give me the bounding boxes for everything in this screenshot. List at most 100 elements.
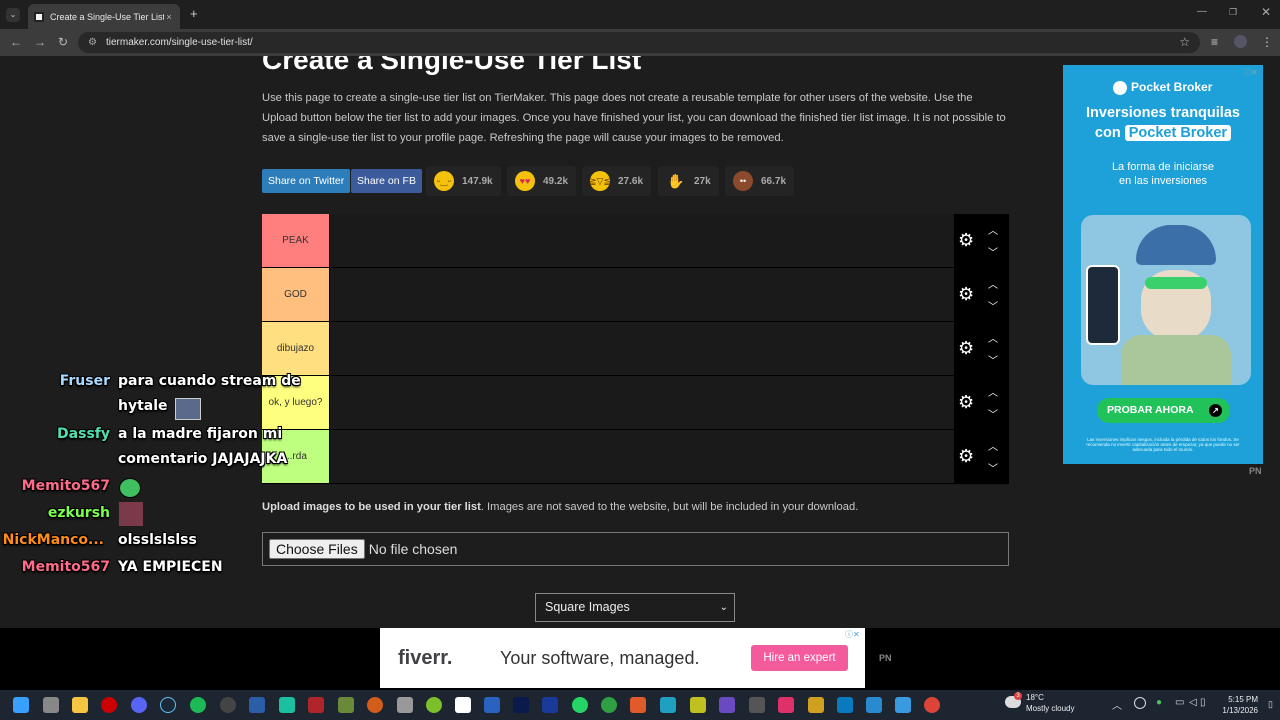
tier-controls: ⚙ ︿ ﹀ xyxy=(954,430,1009,484)
tier-row: ok, y luego? ⚙ ︿ ﹀ xyxy=(262,376,1009,430)
gear-icon[interactable]: ⚙ xyxy=(958,393,976,411)
minimize-window-icon[interactable]: — xyxy=(1197,6,1207,17)
app-icon[interactable] xyxy=(484,697,500,713)
media-controls-icon[interactable]: ≡ xyxy=(1211,35,1218,49)
app-icon[interactable] xyxy=(866,697,882,713)
new-tab-button[interactable]: + xyxy=(190,6,198,21)
tier-label[interactable]: PEAK xyxy=(262,214,329,267)
ad-pn-label: PN xyxy=(1249,466,1262,476)
chevron-up-icon[interactable]: ︿ xyxy=(988,330,998,345)
tier-label[interactable]: dibujazo xyxy=(262,322,329,375)
chevron-up-icon[interactable]: ︿ xyxy=(988,438,998,453)
hire-expert-button[interactable]: Hire an expert xyxy=(751,645,848,671)
spotify-icon[interactable] xyxy=(190,697,206,713)
file-explorer-icon[interactable] xyxy=(72,697,88,713)
taskbar-clock[interactable]: 5:15 PM 1/13/2026 xyxy=(1214,694,1258,716)
chevron-up-icon[interactable]: ︿ xyxy=(988,276,998,291)
site-info-icon[interactable]: ⚙ xyxy=(88,32,97,53)
app-icon[interactable] xyxy=(249,697,265,713)
app-icon[interactable] xyxy=(660,697,676,713)
file-upload-field[interactable]: Choose Files No file chosen xyxy=(262,532,1009,566)
gear-icon[interactable]: ⚙ xyxy=(958,447,976,465)
gear-icon[interactable]: ⚙ xyxy=(958,285,976,303)
tier-drop-zone[interactable] xyxy=(329,322,954,375)
battery-icon[interactable]: ▯ xyxy=(1200,697,1206,708)
steam-icon[interactable] xyxy=(160,697,176,713)
app-icon[interactable] xyxy=(308,697,324,713)
chrome-icon[interactable] xyxy=(924,697,940,713)
notifications-icon[interactable]: ▯ xyxy=(1268,699,1273,710)
discord-icon[interactable] xyxy=(131,697,147,713)
menu-icon[interactable]: ⋮ xyxy=(1261,35,1273,49)
tray-chevron-icon[interactable]: ︿ xyxy=(1112,697,1122,712)
app-icon[interactable] xyxy=(837,697,853,713)
tray-app-icon[interactable] xyxy=(1134,697,1146,709)
chevron-up-icon[interactable]: ︿ xyxy=(988,384,998,399)
tab-list-button[interactable]: ⌄ xyxy=(6,8,20,22)
reaction-laughing[interactable]: ≧▽≦ 27.6k xyxy=(582,166,652,196)
app-icon[interactable] xyxy=(220,697,236,713)
app-icon[interactable] xyxy=(338,697,354,713)
chevron-down-icon[interactable]: ﹀ xyxy=(988,460,998,475)
app-icon[interactable] xyxy=(426,697,442,713)
chevron-up-icon[interactable]: ︿ xyxy=(988,222,998,237)
app-icon[interactable] xyxy=(778,697,794,713)
task-view-icon[interactable] xyxy=(43,697,59,713)
close-window-icon[interactable]: ✕ xyxy=(1261,5,1271,19)
app-icon[interactable] xyxy=(542,697,558,713)
app-icon[interactable] xyxy=(749,697,765,713)
pocket-broker-ad[interactable]: Pocket Broker Inversiones tranquilas con… xyxy=(1063,65,1263,464)
ad-info-icon[interactable]: ⓘ✕ xyxy=(1243,67,1258,78)
tier-label[interactable]: GOD xyxy=(262,268,329,321)
tier-controls: ⚙ ︿ ﹀ xyxy=(954,214,1009,268)
ad-info-icon[interactable]: ⓘ✕ xyxy=(845,629,860,640)
app-icon[interactable] xyxy=(719,697,735,713)
app-icon[interactable] xyxy=(690,697,706,713)
choose-files-button[interactable]: Choose Files xyxy=(269,539,365,559)
probar-ahora-button[interactable]: PROBAR AHORA ↗ xyxy=(1097,398,1230,423)
app-icon[interactable] xyxy=(808,697,824,713)
app-icon[interactable] xyxy=(367,697,383,713)
app-icon[interactable] xyxy=(630,697,646,713)
tier-drop-zone[interactable] xyxy=(329,376,954,429)
back-icon[interactable]: ← xyxy=(10,35,22,49)
forward-icon[interactable]: → xyxy=(34,35,46,49)
xbox-icon[interactable] xyxy=(601,697,617,713)
microphone-icon[interactable]: ● xyxy=(1156,697,1162,708)
reload-icon[interactable]: ↻ xyxy=(58,35,68,49)
tier-drop-zone[interactable] xyxy=(329,430,954,483)
network-icon[interactable]: ▭ xyxy=(1175,697,1184,708)
app-icon[interactable] xyxy=(455,697,471,713)
tier-drop-zone[interactable] xyxy=(329,214,954,267)
whatsapp-icon[interactable] xyxy=(572,697,588,713)
reaction-poop[interactable]: •• 66.7k xyxy=(725,166,795,196)
share-twitter-button[interactable]: Share on Twitter xyxy=(262,169,351,193)
volume-icon[interactable]: ◁ xyxy=(1189,697,1197,708)
restore-window-icon[interactable]: ❐ xyxy=(1229,7,1237,18)
profile-avatar-icon[interactable] xyxy=(1234,35,1247,48)
bookmark-star-icon[interactable]: ☆ xyxy=(1179,32,1190,53)
app-icon[interactable] xyxy=(279,697,295,713)
address-bar[interactable]: ⚙ tiermaker.com/single-use-tier-list/ ☆ xyxy=(78,32,1200,53)
gear-icon[interactable]: ⚙ xyxy=(958,339,976,357)
chevron-down-icon[interactable]: ﹀ xyxy=(988,244,998,259)
animate-icon[interactable] xyxy=(513,697,529,713)
reaction-raised-hands[interactable]: ✋ 27k xyxy=(658,166,719,196)
reaction-grin[interactable]: ᵕ‿ᵕ 147.9k xyxy=(426,166,501,196)
app-icon[interactable] xyxy=(397,697,413,713)
fiverr-ad[interactable]: fiverr. Your software, managed. Hire an … xyxy=(380,628,865,688)
opera-icon[interactable] xyxy=(101,697,117,713)
chevron-down-icon[interactable]: ﹀ xyxy=(988,352,998,367)
gear-icon[interactable]: ⚙ xyxy=(958,231,976,249)
chat-text: olsslslslss xyxy=(118,532,197,548)
tier-drop-zone[interactable] xyxy=(329,268,954,321)
windows-start-icon[interactable] xyxy=(13,697,29,713)
browser-tab[interactable]: Create a Single-Use Tier List (Pe × xyxy=(28,4,180,29)
app-icon[interactable] xyxy=(895,697,911,713)
chevron-down-icon[interactable]: ﹀ xyxy=(988,298,998,313)
share-fb-button[interactable]: Share on FB xyxy=(351,169,422,193)
image-shape-select[interactable]: Square Images ⌄ xyxy=(535,593,735,622)
reaction-heart-eyes[interactable]: ♥♥ 49.2k xyxy=(507,166,577,196)
close-tab-icon[interactable]: × xyxy=(164,12,174,22)
chevron-down-icon[interactable]: ﹀ xyxy=(988,406,998,421)
